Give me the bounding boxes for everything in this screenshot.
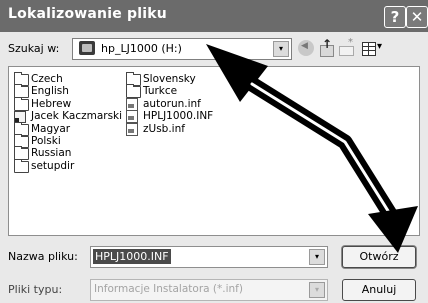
list-item-label: Czech xyxy=(31,73,63,85)
list-item-label: Jacek Kaczmarski xyxy=(31,110,123,123)
drive-icon xyxy=(79,41,95,55)
folder-icon xyxy=(126,84,141,99)
look-in-value: hp_LJ1000 (H:) xyxy=(101,42,182,55)
list-item[interactable]: Magyar xyxy=(13,121,122,136)
file-type-dropdown: Informacje Instalatora (*.inf) ▾ xyxy=(90,279,328,301)
setup-file-icon xyxy=(126,110,138,124)
list-item-label: English xyxy=(31,85,69,98)
list-item[interactable]: HPLJ1000.INF xyxy=(125,110,214,124)
file-name-value: HPLJ1000.INF xyxy=(93,249,171,264)
list-item-label: Hebrew xyxy=(31,97,72,110)
title-bar: Lokalizowanie pliku ? ✕ xyxy=(0,0,428,32)
list-item-label: Slovensky xyxy=(143,73,196,85)
view-menu-icon[interactable] xyxy=(362,40,386,56)
file-list-column: Czech English Hebrew Jacek Kaczmarski Ma… xyxy=(13,72,123,173)
chevron-down-icon[interactable]: ▾ xyxy=(309,249,325,265)
list-item[interactable]: zUsb.inf xyxy=(125,122,213,136)
new-folder-icon[interactable] xyxy=(338,37,354,56)
file-list[interactable]: Czech English Hebrew Jacek Kaczmarski Ma… xyxy=(8,66,420,236)
file-type-label: Pliki typu: xyxy=(8,283,63,296)
list-item-label: Russian xyxy=(31,147,72,160)
look-in-dropdown[interactable]: hp_LJ1000 (H:) ▾ xyxy=(72,38,292,60)
back-icon[interactable] xyxy=(298,40,314,56)
list-item[interactable]: Jacek Kaczmarski xyxy=(13,110,123,124)
setup-file-icon xyxy=(126,97,138,111)
open-button[interactable]: Otwórz xyxy=(342,246,416,268)
look-in-label: Szukaj w: xyxy=(8,42,60,55)
close-button[interactable]: ✕ xyxy=(406,6,428,28)
list-item[interactable]: Czech xyxy=(13,72,122,86)
list-item[interactable]: Polski xyxy=(13,133,122,148)
file-name-label: Nazwa pliku: xyxy=(8,250,78,263)
setup-file-icon xyxy=(126,122,138,136)
folder-icon xyxy=(14,96,29,111)
list-item-label: setupdir xyxy=(31,159,75,172)
list-item[interactable]: Hebrew xyxy=(13,96,122,111)
list-item[interactable]: English xyxy=(13,84,122,99)
dialog-title: Lokalizowanie pliku xyxy=(8,6,167,22)
file-name-input[interactable]: HPLJ1000.INF ▾ xyxy=(90,246,328,268)
list-item[interactable]: autorun.inf xyxy=(125,97,213,111)
list-item[interactable]: Turkce xyxy=(125,84,213,99)
file-type-value: Informacje Instalatora (*.inf) xyxy=(94,283,243,295)
list-item-label: Polski xyxy=(31,134,61,147)
list-item[interactable]: Slovensky xyxy=(125,72,213,86)
folder-icon xyxy=(14,158,29,173)
list-item-label: zUsb.inf xyxy=(143,122,185,135)
chevron-down-icon: ▾ xyxy=(309,282,325,298)
file-list-column: Slovensky Turkce autorun.inf HPLJ1000.IN… xyxy=(125,72,214,136)
list-item-label: HPLJ1000.INF xyxy=(143,110,214,123)
list-item[interactable]: Russian xyxy=(13,146,122,161)
list-item-label: Turkce xyxy=(143,85,178,98)
open-file-dialog: Lokalizowanie pliku ? ✕ Szukaj w: hp_LJ1… xyxy=(0,0,428,303)
list-item-label: autorun.inf xyxy=(143,97,201,110)
up-folder-icon[interactable] xyxy=(318,37,334,57)
list-item[interactable]: setupdir xyxy=(13,158,122,173)
chevron-down-icon[interactable]: ▾ xyxy=(273,41,289,57)
cancel-button[interactable]: Anuluj xyxy=(342,279,416,301)
help-button[interactable]: ? xyxy=(384,6,406,28)
list-item-label: Magyar xyxy=(31,122,71,135)
